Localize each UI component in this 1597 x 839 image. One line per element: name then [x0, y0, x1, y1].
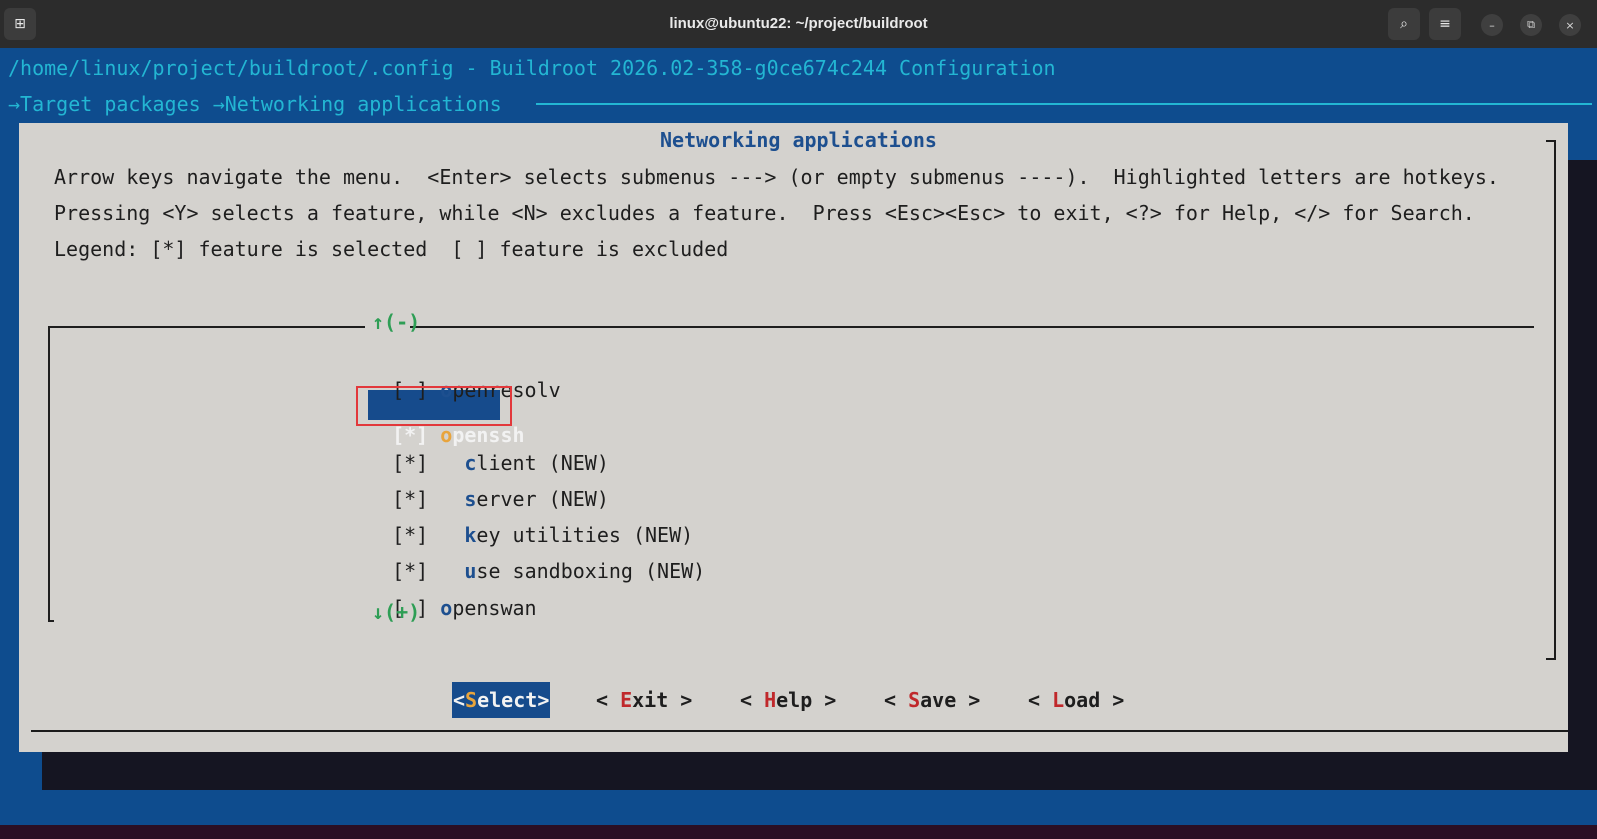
- window-title: linux@ubuntu22: ~/project/buildroot: [669, 15, 928, 32]
- close-icon[interactable]: ×: [1559, 14, 1581, 36]
- dialog-frame-right: [1554, 140, 1556, 660]
- legend-line: Legend: [*] feature is selected [ ] feat…: [54, 237, 729, 261]
- help-line-2: Pressing <Y> selects a feature, while <N…: [54, 201, 1475, 225]
- select-button[interactable]: <Select>: [452, 682, 551, 718]
- menu-frame-top: [410, 326, 1534, 328]
- scroll-down-indicator: ↓(+): [372, 600, 421, 624]
- hotkey: o: [440, 596, 453, 620]
- menu-frame-tick: [48, 620, 54, 622]
- minimize-icon[interactable]: –: [1481, 14, 1503, 36]
- help-line-1: Arrow keys navigate the menu. <Enter> se…: [54, 165, 1499, 189]
- annotation-highlight-box: [356, 386, 512, 426]
- new-tab-icon[interactable]: ⊞: [4, 8, 36, 40]
- scroll-up-indicator: ↑(-): [372, 310, 421, 334]
- load-button[interactable]: < Load >: [1028, 682, 1124, 718]
- menu-item-key-utilities[interactable]: [*] key utilities (NEW): [368, 490, 693, 547]
- breadcrumb-rule: [536, 103, 1592, 105]
- menu-frame-top: [48, 326, 365, 328]
- config-path: /home/linux/project/buildroot/.config - …: [8, 56, 1056, 80]
- menu-frame-left: [48, 326, 50, 622]
- window-titlebar: ⊞ linux@ubuntu22: ~/project/buildroot ⌕ …: [0, 0, 1597, 48]
- exit-button[interactable]: < Exit >: [596, 682, 692, 718]
- dialog-title: Networking applications: [660, 128, 937, 152]
- menu-item-server[interactable]: [*] server (NEW): [368, 454, 609, 511]
- menu-item-openresolv[interactable]: [ ] openresolv: [368, 345, 561, 402]
- desktop-strip: [0, 825, 1597, 839]
- breadcrumb: →Target packages →Networking application…: [8, 92, 502, 116]
- item-label: penswan: [452, 596, 537, 620]
- save-button[interactable]: < Save >: [884, 682, 980, 718]
- dialog-frame-tick: [1546, 658, 1556, 660]
- menu-item-use-sandboxing[interactable]: [*] use sandboxing (NEW): [368, 526, 705, 583]
- dialog-frame-bottom: [31, 730, 1568, 732]
- hamburger-icon[interactable]: ≡: [1429, 8, 1461, 40]
- restore-icon[interactable]: ⧉: [1520, 14, 1542, 36]
- search-icon[interactable]: ⌕: [1388, 8, 1420, 40]
- menu-item-openswan[interactable]: [ ] openswan: [368, 563, 537, 620]
- help-button[interactable]: < Help >: [740, 682, 836, 718]
